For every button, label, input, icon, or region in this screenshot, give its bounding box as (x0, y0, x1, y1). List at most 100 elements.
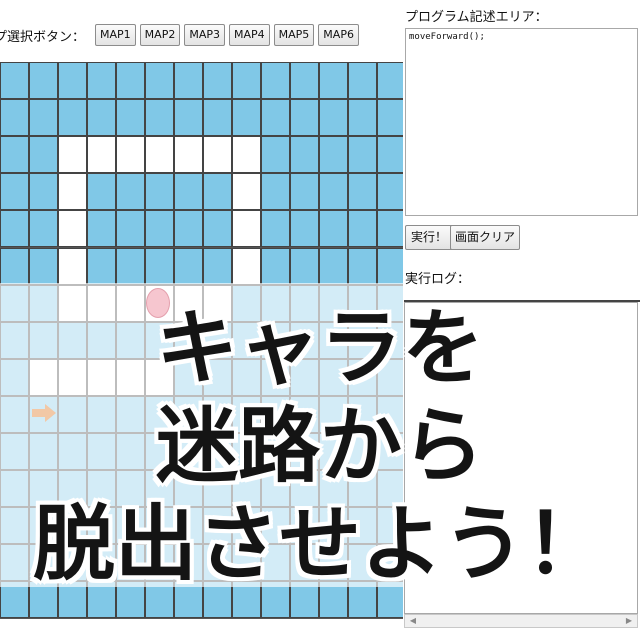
maze-wall-cell (58, 581, 87, 619)
maze-wall-cell (174, 247, 203, 285)
maze-path-cell (58, 173, 87, 211)
maze-wall-cell (29, 321, 58, 359)
maze-wall-cell (348, 358, 377, 396)
maze-wall-cell (348, 247, 377, 285)
maze-wall-cell (377, 284, 403, 322)
maze-wall-cell (290, 470, 319, 508)
maze-wall-cell (203, 395, 232, 433)
maze-wall-cell (145, 544, 174, 582)
maze-wall-cell (232, 581, 261, 619)
map5-button[interactable]: MAP5 (273, 24, 315, 46)
maze-wall-cell (174, 507, 203, 545)
maze-wall-cell (232, 284, 261, 322)
maze-wall-cell (290, 210, 319, 248)
maze-wall-cell (87, 507, 116, 545)
maze-wall-cell (203, 358, 232, 396)
maze-wall-cell (116, 99, 145, 137)
maze-wall-cell (377, 395, 403, 433)
maze-wall-cell (377, 358, 403, 396)
maze-wall-cell (203, 470, 232, 508)
maze-wall-cell (261, 395, 290, 433)
maze-path-cell (174, 284, 203, 322)
maze-path-cell (232, 247, 261, 285)
maze-wall-cell (203, 581, 232, 619)
maze-wall-cell (348, 507, 377, 545)
maze-wall-cell (203, 62, 232, 100)
maze-path-cell (145, 358, 174, 396)
log-title: 実行ログ： (405, 272, 471, 287)
maze-wall-cell (87, 470, 116, 508)
maze-wall-cell (87, 433, 116, 471)
clear-screen-button[interactable]: 画面クリア (450, 225, 521, 250)
maze-wall-cell (261, 62, 290, 100)
maze-wall-cell (290, 358, 319, 396)
maze-wall-cell (377, 62, 403, 100)
program-editor[interactable]: moveForward(); (405, 28, 638, 216)
maze-wall-cell (0, 284, 29, 322)
maze-wall-cell (116, 581, 145, 619)
maze-wall-cell (319, 581, 348, 619)
maze-wall-cell (29, 470, 58, 508)
maze-wall-cell (348, 470, 377, 508)
maze-wall-cell (145, 395, 174, 433)
map4-button[interactable]: MAP4 (228, 24, 270, 46)
maze-wall-cell (174, 62, 203, 100)
maze-wall-cell (290, 173, 319, 211)
maze-wall-cell (290, 433, 319, 471)
maze-wall-cell (377, 321, 403, 359)
maze-wall-cell (87, 321, 116, 359)
map-select-bar: プ選択ボタン： MAP1 MAP2 MAP3 MAP4 MAP5 MAP6 (0, 24, 359, 46)
editor-title: プログラム記述エリア： (405, 10, 548, 25)
map1-button[interactable]: MAP1 (95, 24, 136, 46)
maze-wall-cell (261, 433, 290, 471)
maze-wall-cell (348, 173, 377, 211)
maze-wall-cell (377, 581, 403, 619)
maze-path-cell (203, 136, 232, 174)
maze-wall-cell (29, 581, 58, 619)
maze-wall-cell (377, 99, 403, 137)
map2-button[interactable]: MAP2 (139, 24, 181, 46)
maze-wall-cell (145, 433, 174, 471)
maze-wall-cell (319, 507, 348, 545)
maze-wall-cell (0, 210, 29, 248)
maze-wall-cell (319, 99, 348, 137)
maze-wall-cell (290, 247, 319, 285)
maze-wall-cell (290, 284, 319, 322)
maze-wall-cell (319, 395, 348, 433)
run-button[interactable]: 実行！ (405, 225, 454, 250)
maze-wall-cell (87, 544, 116, 582)
maze-wall-cell (0, 358, 29, 396)
maze-wall-cell (261, 470, 290, 508)
maze-wall-cell (261, 210, 290, 248)
maze-wall-cell (348, 544, 377, 582)
maze-path-cell (174, 136, 203, 174)
maze-wall-cell (174, 581, 203, 619)
maze-wall-cell (319, 544, 348, 582)
maze-wall-cell (348, 581, 377, 619)
maze-wall-cell (116, 210, 145, 248)
maze-wall-cell (0, 136, 29, 174)
maze-wall-cell (290, 321, 319, 359)
maze-wall-cell (29, 210, 58, 248)
maze-wall-cell (203, 173, 232, 211)
maze-path-cell (116, 136, 145, 174)
maze-wall-cell (232, 433, 261, 471)
maze-wall-cell (377, 210, 403, 248)
maze-wall-cell (116, 470, 145, 508)
maze-wall-cell (348, 395, 377, 433)
maze-wall-cell (29, 62, 58, 100)
maze-wall-cell (116, 321, 145, 359)
maze-wall-cell (203, 247, 232, 285)
maze-path-cell (232, 136, 261, 174)
maze-wall-cell (58, 433, 87, 471)
maze-wall-cell (319, 136, 348, 174)
maze-wall-cell (87, 581, 116, 619)
maze-wall-cell (58, 507, 87, 545)
maze-wall-cell (377, 470, 403, 508)
map6-button[interactable]: MAP6 (318, 24, 359, 46)
log-horizontal-scrollbar[interactable]: ◀ ▶ (404, 614, 638, 628)
map3-button[interactable]: MAP3 (184, 24, 225, 46)
maze-wall-cell (261, 284, 290, 322)
scroll-right-icon[interactable]: ▶ (623, 615, 635, 627)
scroll-left-icon[interactable]: ◀ (407, 615, 419, 627)
